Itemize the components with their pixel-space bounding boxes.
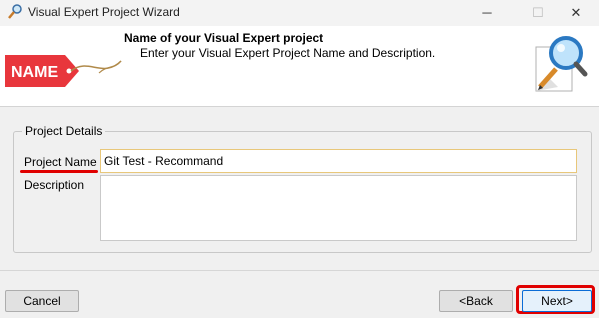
project-name-label: Project Name [24,155,97,169]
name-tag-label: NAME [11,64,58,81]
wizard-step-subtitle: Enter your Visual Expert Project Name an… [140,46,436,60]
description-label: Description [24,178,85,192]
back-button[interactable]: <Back [439,290,513,312]
pencil-magnifier-icon [8,4,22,19]
footer-divider [0,270,599,271]
cancel-button[interactable]: Cancel [5,290,79,312]
wizard-step-title: Name of your Visual Expert project [124,31,324,45]
project-details-legend: Project Details [22,124,106,138]
minimize-button[interactable]: ─ [464,0,510,26]
description-textarea[interactable] [100,175,577,241]
project-name-input[interactable] [100,149,577,173]
title-bar: Visual Expert Project Wizard ─ ☐ ✕ [0,0,599,26]
wizard-header: NAME Name of your Visual Expert project … [0,26,599,107]
magnifier-pencil-icon [535,36,588,92]
window-title: Visual Expert Project Wizard [28,5,180,19]
project-name-highlight [20,170,98,173]
next-button[interactable]: Next> [522,290,592,312]
name-tag-icon: NAME [5,55,122,87]
close-button[interactable]: ✕ [553,0,599,26]
